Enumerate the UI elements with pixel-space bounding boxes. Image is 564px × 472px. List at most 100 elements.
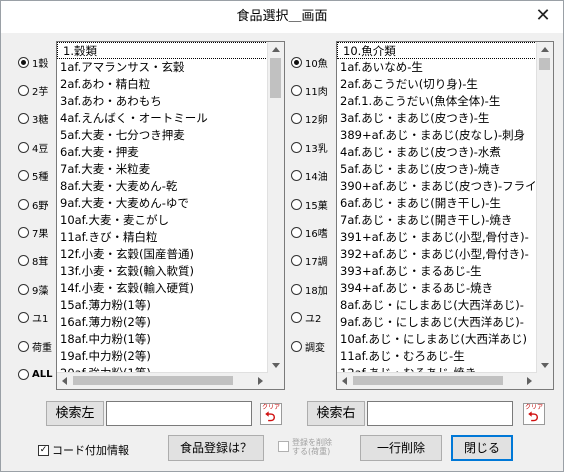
radio-button-icon[interactable] — [291, 226, 302, 238]
scroll-down-arrow-icon[interactable] — [272, 363, 280, 368]
list-item[interactable]: 1af.あいなめ-生 — [337, 59, 537, 76]
list-item[interactable]: 3af.あわ・あわもち — [57, 93, 268, 110]
scroll-right-arrow-icon[interactable] — [258, 377, 263, 385]
radio-button-icon[interactable] — [291, 255, 302, 267]
radio-button-icon[interactable] — [18, 312, 29, 324]
list-item[interactable]: 2af.あわ・精白粒 — [57, 76, 268, 93]
right-list-scroll-thumb[interactable] — [539, 58, 550, 70]
right-list-header[interactable]: 10.魚介類 — [337, 42, 537, 59]
list-item[interactable]: 12f.小麦・玄穀(国産普通) — [57, 246, 268, 263]
left-list-hscroll-thumb[interactable] — [73, 376, 233, 385]
radio-button-icon[interactable] — [291, 312, 302, 324]
left-list-vertical-scrollbar[interactable] — [267, 42, 284, 373]
category-radio-0[interactable]: 1穀 — [18, 53, 48, 71]
radio-button-icon[interactable] — [291, 170, 302, 182]
list-item[interactable]: 18af.中力粉(1等) — [57, 331, 268, 348]
radio-button-icon[interactable] — [18, 368, 29, 380]
delete-registration-checkbox[interactable] — [278, 441, 289, 452]
list-item[interactable]: 4af.あじ・まあじ(皮つき)-水煮 — [337, 144, 537, 161]
list-item[interactable]: 8af.あじ・にしまあじ(大西洋あじ)- — [337, 297, 537, 314]
list-item[interactable]: 390+af.あじ・まあじ(皮つき)-フライ — [337, 178, 537, 195]
scroll-left-arrow-icon[interactable] — [62, 377, 67, 385]
delete-line-button[interactable]: 一行削除 — [360, 435, 442, 461]
list-item[interactable]: 5af.あじ・まあじ(皮つき)-焼き — [337, 161, 537, 178]
list-item[interactable]: 392+af.あじ・まあじ(小型,骨付き)- — [337, 246, 537, 263]
category-radio-2[interactable]: 12卵 — [291, 110, 328, 128]
category-radio-3[interactable]: 4豆 — [18, 138, 48, 156]
list-item[interactable]: 7af.あじ・まあじ(開き干し)-焼き — [337, 212, 537, 229]
right-list-hscroll-thumb[interactable] — [353, 376, 503, 385]
left-list-scroll-thumb[interactable] — [270, 58, 281, 98]
radio-button-icon[interactable] — [18, 141, 29, 153]
radio-button-icon[interactable] — [18, 255, 29, 267]
list-item[interactable]: 10af.大麦・麦こがし — [57, 212, 268, 229]
list-item[interactable]: 14f.小麦・玄穀(輸入硬質) — [57, 280, 268, 297]
category-radio-8[interactable]: 9藻 — [18, 280, 48, 298]
list-item[interactable]: 391+af.あじ・まあじ(小型,骨付き)- — [337, 229, 537, 246]
scroll-down-arrow-icon[interactable] — [541, 363, 549, 368]
list-item[interactable]: 394+af.あじ・まるあじ-焼き — [337, 280, 537, 297]
left-list-horizontal-scrollbar[interactable] — [57, 372, 268, 389]
category-radio-4[interactable]: 5種 — [18, 167, 48, 185]
category-radio-2[interactable]: 3糖 — [18, 110, 48, 128]
clear-right-icon[interactable]: クリア ⮌ — [523, 403, 545, 425]
list-item[interactable]: 393+af.あじ・まるあじ-生 — [337, 263, 537, 280]
code-info-checkbox-row[interactable]: ✓ コード付加情報 — [38, 441, 129, 459]
radio-button-icon[interactable] — [291, 113, 302, 125]
radio-button-icon[interactable] — [18, 283, 29, 295]
radio-button-icon[interactable] — [18, 113, 29, 125]
scroll-right-arrow-icon[interactable] — [527, 377, 532, 385]
list-item[interactable]: 16af.薄力粉(2等) — [57, 314, 268, 331]
list-item[interactable]: 1af.アマランサス・玄穀 — [57, 59, 268, 76]
left-list-header[interactable]: 1.穀類 — [57, 42, 268, 59]
list-item[interactable]: 389+af.あじ・まあじ(皮なし)-刺身 — [337, 127, 537, 144]
category-radio-5[interactable]: 15菓 — [291, 195, 328, 213]
list-item[interactable]: 2af.あこうだい(切り身)-生 — [337, 76, 537, 93]
code-info-checkbox[interactable]: ✓ — [38, 444, 49, 456]
list-item[interactable]: 11af.あじ・むろあじ-生 — [337, 348, 537, 365]
close-button[interactable]: 閉じる — [451, 435, 513, 461]
category-radio-11[interactable]: ALL — [18, 365, 52, 383]
list-item[interactable]: 13f.小麦・玄穀(輸入軟質) — [57, 263, 268, 280]
list-item[interactable]: 3af.あじ・まあじ(皮つき)-生 — [337, 110, 537, 127]
radio-button-icon[interactable] — [291, 283, 302, 295]
category-radio-7[interactable]: 8茸 — [18, 252, 48, 270]
list-item[interactable]: 4af.えんばく・オートミール — [57, 110, 268, 127]
list-item[interactable]: 9af.あじ・にしまあじ(大西洋あじ)- — [337, 314, 537, 331]
radio-button-icon[interactable] — [18, 56, 29, 68]
search-left-button[interactable]: 検索左 — [46, 401, 104, 426]
category-radio-9[interactable]: ユ1 — [18, 309, 48, 327]
search-left-input[interactable] — [106, 401, 252, 426]
right-list-vertical-scrollbar[interactable] — [536, 42, 553, 373]
list-item[interactable]: 9af.大麦・大麦めん-ゆで — [57, 195, 268, 212]
search-right-input[interactable] — [367, 401, 513, 426]
left-food-list[interactable]: 1.穀類 1af.アマランサス・玄穀 2af.あわ・精白粒 3af.あわ・あわもち 4… — [56, 41, 285, 390]
radio-button-icon[interactable] — [18, 170, 29, 182]
radio-button-icon[interactable] — [291, 56, 302, 68]
radio-button-icon[interactable] — [18, 226, 29, 238]
close-window-button[interactable]: ✕ — [533, 6, 553, 26]
clear-left-icon[interactable]: クリア ⮌ — [260, 403, 282, 425]
list-item[interactable]: 7af.大麦・米粒麦 — [57, 161, 268, 178]
list-item[interactable]: 6af.大麦・押麦 — [57, 144, 268, 161]
scroll-up-arrow-icon[interactable] — [541, 47, 549, 52]
category-radio-1[interactable]: 2芋 — [18, 81, 48, 99]
radio-button-icon[interactable] — [18, 198, 29, 210]
right-list-horizontal-scrollbar[interactable] — [337, 372, 537, 389]
list-item[interactable]: 8af.大麦・大麦めん-乾 — [57, 178, 268, 195]
list-item[interactable]: 5af.大麦・七分つき押麦 — [57, 127, 268, 144]
category-radio-10[interactable]: 調変 — [291, 337, 325, 355]
list-item[interactable]: 19af.中力粉(2等) — [57, 348, 268, 365]
category-radio-10[interactable]: 荷重 — [18, 337, 52, 355]
list-item[interactable]: 10af.あじ・にしまあじ(大西洋あじ) — [337, 331, 537, 348]
category-radio-8[interactable]: 18加 — [291, 280, 328, 298]
category-radio-4[interactable]: 14油 — [291, 167, 328, 185]
radio-button-icon[interactable] — [291, 84, 302, 96]
radio-button-icon[interactable] — [291, 340, 302, 352]
category-radio-6[interactable]: 16嗜 — [291, 223, 328, 241]
scroll-left-arrow-icon[interactable] — [342, 377, 347, 385]
search-right-button[interactable]: 検索右 — [307, 401, 365, 426]
list-item[interactable]: 15af.薄力粉(1等) — [57, 297, 268, 314]
category-radio-1[interactable]: 11肉 — [291, 81, 328, 99]
food-register-button[interactable]: 食品登録は？ — [168, 435, 264, 461]
